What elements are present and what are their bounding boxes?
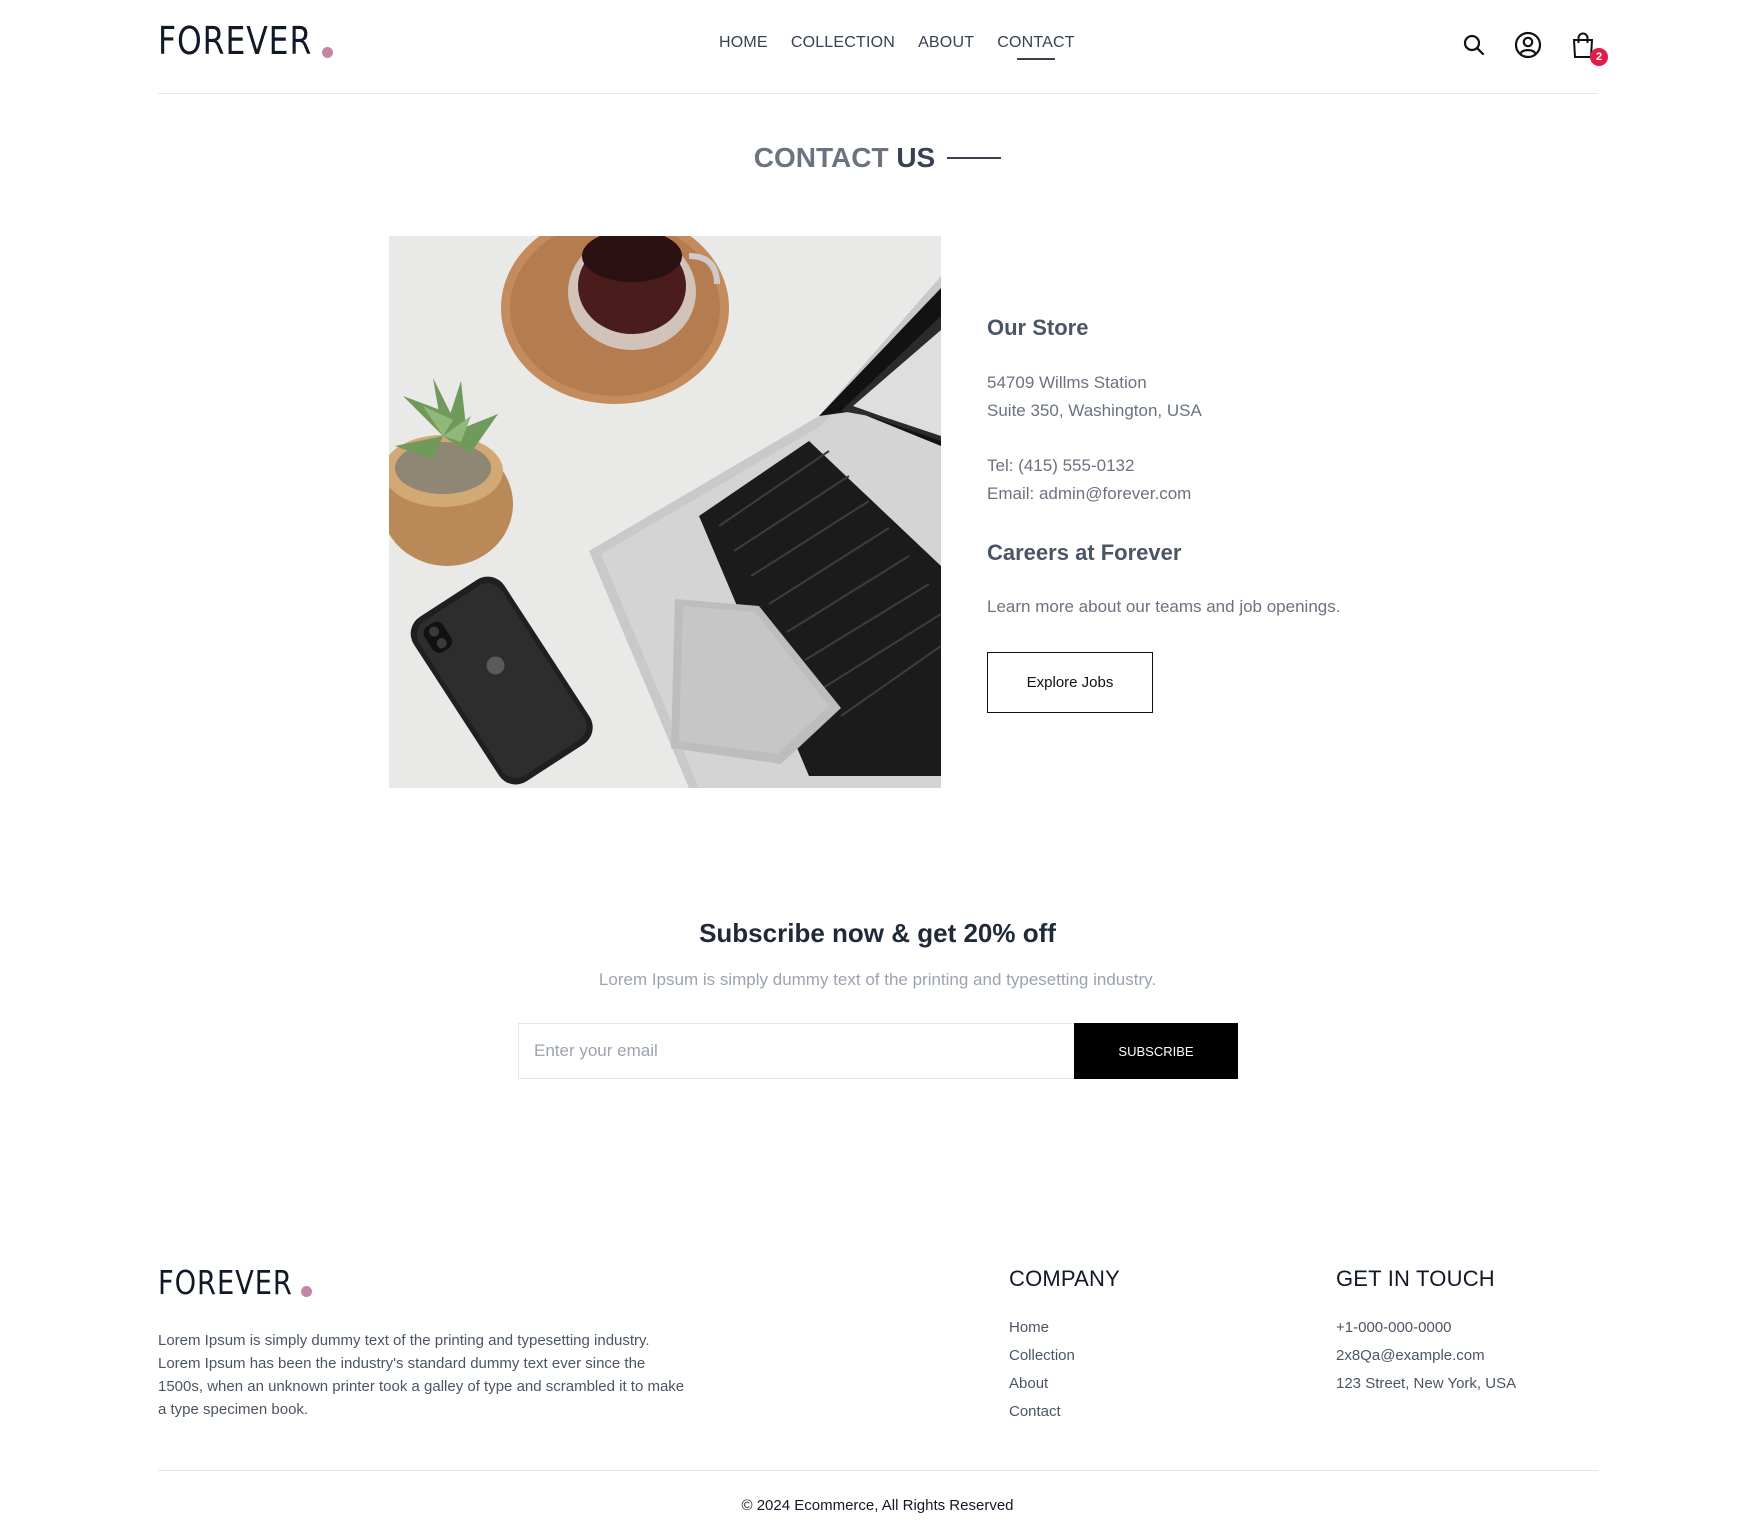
title-underline (947, 156, 1002, 159)
nav-item-collection[interactable]: COLLECTION (791, 34, 895, 52)
site-header: FOREVER HOME COLLECTION ABOUT CONTACT 2 (158, 0, 1608, 94)
logo-text: FOREVER (158, 19, 313, 63)
page-title: CONTACT US (0, 142, 1755, 174)
nav-item-about[interactable]: ABOUT (918, 34, 974, 52)
footer-link-about[interactable]: About (1009, 1375, 1048, 1392)
footer-logo-dot (300, 1286, 312, 1297)
store-phone: Tel: (415) 555-0132 (987, 456, 1135, 475)
footer-get-in-touch: GET IN TOUCH +1-000-000-0000 2x8Qa@examp… (1336, 1266, 1516, 1398)
footer-touch-list: +1-000-000-0000 2x8Qa@example.com 123 St… (1336, 1314, 1516, 1398)
logo-dot (321, 47, 333, 58)
user-icon[interactable] (1513, 30, 1543, 60)
footer-phone: +1-000-000-0000 (1336, 1319, 1452, 1336)
contact-image (389, 236, 941, 788)
email-input[interactable] (519, 1024, 1074, 1078)
footer-divider (158, 1470, 1598, 1471)
footer-logo[interactable]: FOREVER (158, 1266, 312, 1299)
brand-logo[interactable]: FOREVER (158, 22, 333, 60)
nav-item-contact[interactable]: CONTACT (997, 34, 1075, 52)
subscribe-button[interactable]: SUBSCRIBE (1074, 1023, 1238, 1079)
nav-item-home[interactable]: HOME (719, 34, 768, 52)
footer-address: 123 Street, New York, USA (1336, 1375, 1517, 1392)
store-contact: Tel: (415) 555-0132 Email: admin@forever… (987, 452, 1202, 508)
footer-company-heading: COMPANY (1009, 1266, 1121, 1291)
newsletter-form: SUBSCRIBE (518, 1023, 1238, 1079)
footer-touch-heading: GET IN TOUCH (1336, 1266, 1495, 1291)
copyright: © 2024 Ecommerce, All Rights Reserved (741, 1497, 1014, 1514)
footer-logo-text: FOREVER (158, 1263, 293, 1302)
address-line-1: 54709 Willms Station (987, 373, 1147, 392)
footer-link-home[interactable]: Home (1009, 1319, 1049, 1336)
careers-text: Learn more about our teams and job openi… (987, 597, 1341, 616)
store-info: Our Store 54709 Willms Station Suite 350… (987, 315, 1202, 508)
footer-company-links: Home Collection About Contact (1009, 1314, 1120, 1426)
store-address: 54709 Willms Station Suite 350, Washingt… (987, 369, 1202, 425)
cart-count-badge: 2 (1590, 48, 1608, 66)
footer-description: Lorem Ipsum is simply dummy text of the … (158, 1332, 685, 1418)
footer-link-collection[interactable]: Collection (1009, 1347, 1075, 1364)
search-icon[interactable] (1459, 30, 1489, 60)
main-nav: HOME COLLECTION ABOUT CONTACT (719, 34, 1098, 52)
store-email: Email: admin@forever.com (987, 484, 1192, 503)
store-heading: Our Store (987, 315, 1089, 340)
header-icons: 2 (1459, 30, 1608, 66)
newsletter-text: Lorem Ipsum is simply dummy text of the … (598, 970, 1157, 989)
explore-jobs-button[interactable]: Explore Jobs (987, 652, 1153, 713)
page-title-light: CONTACT (753, 142, 889, 173)
careers-heading: Careers at Forever (987, 540, 1182, 565)
footer-company: COMPANY Home Collection About Contact (1009, 1266, 1120, 1426)
footer-email: 2x8Qa@example.com (1336, 1347, 1485, 1364)
footer-link-contact[interactable]: Contact (1009, 1403, 1061, 1420)
address-line-2: Suite 350, Washington, USA (987, 401, 1202, 420)
page-title-bold: US (896, 142, 936, 173)
cart-icon[interactable]: 2 (1568, 30, 1608, 66)
newsletter-title: Subscribe now & get 20% off (699, 918, 1056, 948)
